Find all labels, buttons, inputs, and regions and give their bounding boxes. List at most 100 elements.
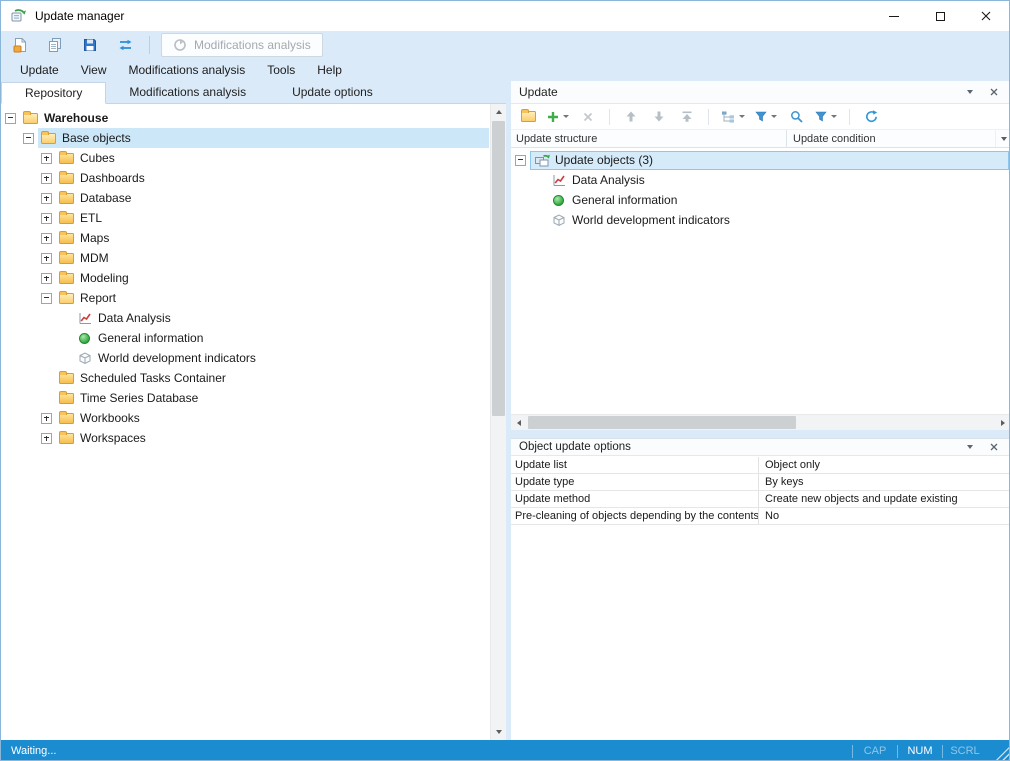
close-button[interactable] bbox=[963, 1, 1009, 31]
refresh-button[interactable] bbox=[860, 106, 882, 128]
save-button[interactable] bbox=[77, 33, 103, 57]
tree-row-body[interactable]: General information bbox=[548, 190, 1009, 210]
tree-row-body[interactable]: Workspaces bbox=[56, 428, 489, 448]
vertical-scrollbar[interactable] bbox=[490, 104, 506, 740]
resize-grip[interactable] bbox=[996, 747, 1009, 760]
new-update-button[interactable] bbox=[7, 33, 33, 57]
open-folder-button[interactable] bbox=[517, 106, 539, 128]
column-update-condition[interactable]: Update condition bbox=[787, 130, 995, 147]
tree-item-etl[interactable]: ETL bbox=[1, 208, 489, 228]
expander-collapse-icon[interactable] bbox=[23, 133, 34, 144]
expander-collapse-icon[interactable] bbox=[515, 155, 526, 166]
filter-button[interactable] bbox=[753, 106, 779, 128]
panel-menu-button[interactable] bbox=[963, 85, 977, 99]
search-button[interactable] bbox=[785, 106, 807, 128]
delete-object-button[interactable] bbox=[577, 106, 599, 128]
move-up-button[interactable] bbox=[620, 106, 642, 128]
tree-row-body[interactable]: Cubes bbox=[56, 148, 489, 168]
tree-item-time-series-database[interactable]: Time Series Database bbox=[1, 388, 489, 408]
tree-row-selected[interactable]: Base objects bbox=[38, 128, 489, 148]
move-down-button[interactable] bbox=[648, 106, 670, 128]
tree-row-body[interactable]: World development indicators bbox=[74, 348, 489, 368]
expander-collapse-icon[interactable] bbox=[5, 113, 16, 124]
filter-condition-button[interactable] bbox=[813, 106, 839, 128]
tree-row-body[interactable]: Warehouse bbox=[20, 108, 489, 128]
tree-row-body[interactable]: Dashboards bbox=[56, 168, 489, 188]
tree-row-body[interactable]: ETL bbox=[56, 208, 489, 228]
tree-row-body[interactable]: General information bbox=[74, 328, 489, 348]
column-chooser-button[interactable] bbox=[995, 130, 1010, 147]
tree-item-maps[interactable]: Maps bbox=[1, 228, 489, 248]
move-top-button[interactable] bbox=[676, 106, 698, 128]
expander-expand-icon[interactable] bbox=[41, 153, 52, 164]
property-row-pre-cleaning-of-objects-depending-by-the-contents[interactable]: Pre-cleaning of objects depending by the… bbox=[511, 508, 1010, 525]
tree-row-body[interactable]: Maps bbox=[56, 228, 489, 248]
horizontal-scrollbar[interactable] bbox=[511, 414, 1010, 430]
tree-item-modeling[interactable]: Modeling bbox=[1, 268, 489, 288]
tree-item-workbooks[interactable]: Workbooks bbox=[1, 408, 489, 428]
tree-item-data-analysis[interactable]: Data Analysis bbox=[511, 170, 1009, 190]
tree-row-body[interactable]: Data Analysis bbox=[548, 170, 1009, 190]
add-object-button[interactable] bbox=[545, 106, 571, 128]
tree-item-dashboards[interactable]: Dashboards bbox=[1, 168, 489, 188]
property-value[interactable]: Object only bbox=[759, 457, 1010, 473]
expander-expand-icon[interactable] bbox=[41, 173, 52, 184]
horizontal-scrollbar-thumb[interactable] bbox=[528, 416, 796, 429]
tree-item-scheduled-tasks-container[interactable]: Scheduled Tasks Container bbox=[1, 368, 489, 388]
menu-update[interactable]: Update bbox=[9, 59, 70, 81]
menu-help[interactable]: Help bbox=[306, 59, 353, 81]
property-row-update-list[interactable]: Update listObject only bbox=[511, 457, 1010, 474]
tree-item-workspaces[interactable]: Workspaces bbox=[1, 428, 489, 448]
expander-expand-icon[interactable] bbox=[41, 213, 52, 224]
tree-item-world-development-indicators[interactable]: World development indicators bbox=[1, 348, 489, 368]
tree-item-general-information[interactable]: General information bbox=[511, 190, 1009, 210]
tree-item-update-objects-3[interactable]: Update objects (3) bbox=[511, 150, 1009, 170]
tree-item-general-information[interactable]: General information bbox=[1, 328, 489, 348]
expander-expand-icon[interactable] bbox=[41, 433, 52, 444]
expander-expand-icon[interactable] bbox=[41, 193, 52, 204]
tree-row-body[interactable]: MDM bbox=[56, 248, 489, 268]
copy-button[interactable] bbox=[42, 33, 68, 57]
tree-row-body[interactable]: Time Series Database bbox=[56, 388, 489, 408]
property-value[interactable]: Create new objects and update existing bbox=[759, 491, 1010, 507]
tree-item-database[interactable]: Database bbox=[1, 188, 489, 208]
panel-menu-button[interactable] bbox=[963, 440, 977, 454]
tree-row-body[interactable]: Workbooks bbox=[56, 408, 489, 428]
modifications-analysis-button[interactable]: Modifications analysis bbox=[161, 33, 323, 57]
tree-row-body[interactable]: Report bbox=[56, 288, 489, 308]
tree-item-cubes[interactable]: Cubes bbox=[1, 148, 489, 168]
tree-row-body[interactable]: Database bbox=[56, 188, 489, 208]
tab-repository[interactable]: Repository bbox=[1, 82, 106, 104]
tree-row-body[interactable]: Modeling bbox=[56, 268, 489, 288]
panel-close-button[interactable] bbox=[987, 85, 1001, 99]
menu-modifications-analysis[interactable]: Modifications analysis bbox=[118, 59, 257, 81]
tree-row-body[interactable]: Scheduled Tasks Container bbox=[56, 368, 489, 388]
scroll-up-button[interactable] bbox=[491, 104, 507, 120]
tree-item-warehouse[interactable]: Warehouse bbox=[1, 108, 489, 128]
tree-view-button[interactable] bbox=[719, 106, 747, 128]
scroll-down-button[interactable] bbox=[491, 724, 507, 740]
expander-expand-icon[interactable] bbox=[41, 413, 52, 424]
scroll-right-button[interactable] bbox=[995, 415, 1010, 431]
tab-modifications-analysis[interactable]: Modifications analysis bbox=[106, 81, 269, 103]
property-value[interactable]: By keys bbox=[759, 474, 1010, 490]
maximize-button[interactable] bbox=[917, 1, 963, 31]
property-row-update-type[interactable]: Update typeBy keys bbox=[511, 474, 1010, 491]
property-value[interactable]: No bbox=[759, 508, 1010, 524]
tree-item-report[interactable]: Report bbox=[1, 288, 489, 308]
minimize-button[interactable] bbox=[871, 1, 917, 31]
property-row-update-method[interactable]: Update methodCreate new objects and upda… bbox=[511, 491, 1010, 508]
horizontal-splitter[interactable] bbox=[511, 430, 1010, 438]
expander-collapse-icon[interactable] bbox=[41, 293, 52, 304]
tree-row-selected[interactable]: Update objects (3) bbox=[530, 151, 1009, 170]
menu-view[interactable]: View bbox=[70, 59, 118, 81]
tree-item-data-analysis[interactable]: Data Analysis bbox=[1, 308, 489, 328]
menu-tools[interactable]: Tools bbox=[256, 59, 306, 81]
tree-row-body[interactable]: Data Analysis bbox=[74, 308, 489, 328]
panel-close-button[interactable] bbox=[987, 440, 1001, 454]
tree-item-mdm[interactable]: MDM bbox=[1, 248, 489, 268]
scroll-left-button[interactable] bbox=[511, 415, 527, 431]
vertical-scrollbar-thumb[interactable] bbox=[492, 121, 505, 416]
column-update-structure[interactable]: Update structure bbox=[511, 130, 787, 147]
expander-expand-icon[interactable] bbox=[41, 253, 52, 264]
